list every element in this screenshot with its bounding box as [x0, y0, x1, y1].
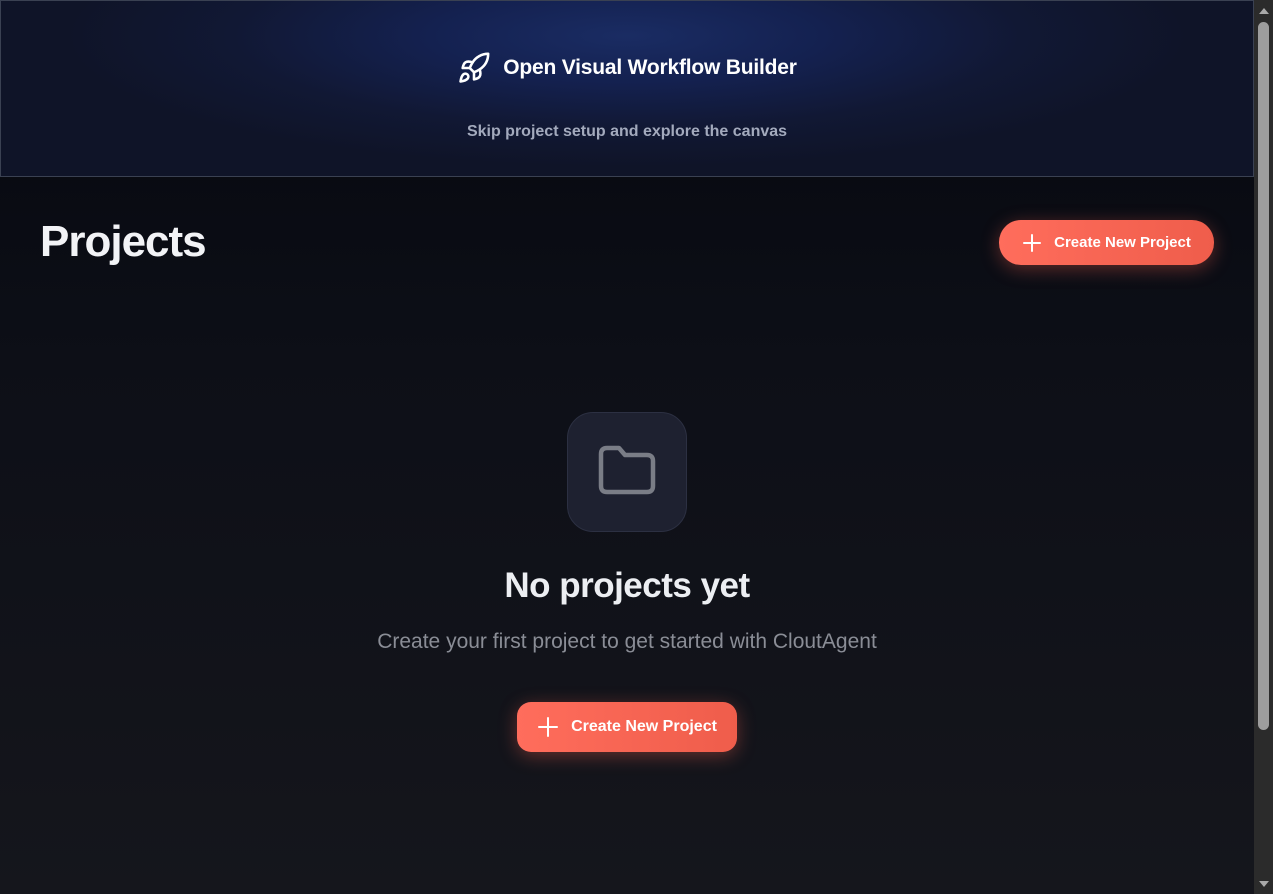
- projects-page: Open Visual Workflow Builder Skip projec…: [0, 0, 1254, 894]
- scroll-up-arrow-icon[interactable]: [1254, 2, 1273, 19]
- empty-state-folder-tile: [567, 412, 687, 532]
- empty-state-subtitle: Create your first project to get started…: [377, 630, 877, 653]
- banner-title: Open Visual Workflow Builder: [503, 56, 797, 79]
- scrollbar-thumb[interactable]: [1258, 22, 1269, 730]
- vertical-scrollbar[interactable]: [1254, 0, 1273, 894]
- plus-icon: [537, 716, 559, 738]
- banner-title-row: Open Visual Workflow Builder: [1, 51, 1253, 85]
- visual-workflow-builder-banner[interactable]: Open Visual Workflow Builder Skip projec…: [0, 0, 1254, 177]
- banner-subtitle: Skip project setup and explore the canva…: [466, 123, 788, 140]
- create-new-project-label: Create New Project: [1054, 234, 1191, 251]
- rocket-icon: [457, 51, 491, 85]
- empty-state-create-project-button[interactable]: Create New Project: [517, 702, 737, 752]
- folder-icon: [597, 444, 657, 501]
- page-title: Projects: [40, 217, 207, 266]
- plus-icon: [1022, 233, 1042, 253]
- scroll-down-arrow-icon[interactable]: [1254, 875, 1273, 892]
- empty-state-title: No projects yet: [504, 566, 750, 605]
- empty-state-create-project-label: Create New Project: [571, 718, 717, 735]
- create-new-project-button[interactable]: Create New Project: [999, 220, 1214, 265]
